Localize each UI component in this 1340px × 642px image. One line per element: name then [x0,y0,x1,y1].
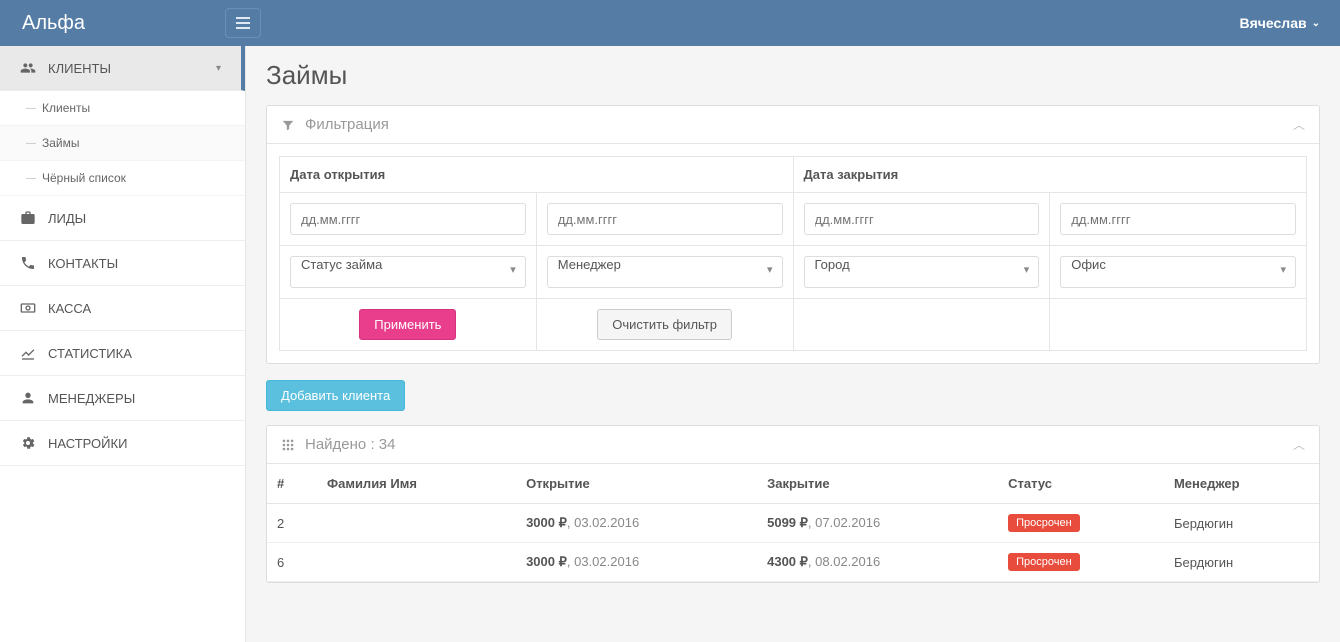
city-select[interactable]: Город [804,256,1040,288]
open-date-to-input[interactable] [547,203,783,235]
chevron-up-icon[interactable]: ︿ [1293,436,1305,453]
close-date-to-input[interactable] [1060,203,1296,235]
add-client-button[interactable]: Добавить клиента [266,380,405,411]
sidebar-item-leads[interactable]: ЛИДЫ [0,196,245,241]
sidebar-item-contacts[interactable]: КОНТАКТЫ [0,241,245,286]
filter-panel: Фильтрация ︿ Дата открытия Дата закрытия [266,105,1320,364]
sidebar-item-label: СТАТИСТИКА [48,346,132,361]
caret-down-icon: ▾ [216,63,221,74]
sidebar-item-label: ЛИДЫ [48,211,86,226]
chart-icon [20,345,38,361]
user-name: Вячеслав [1240,15,1307,31]
chevron-up-icon[interactable]: ︿ [1293,116,1305,133]
col-open: Открытие [516,464,757,504]
sidebar-item-label: КАССА [48,301,91,316]
status-select[interactable]: Статус займа [290,256,526,288]
user-menu[interactable]: Вячеслав ⌄ [1240,15,1320,31]
results-table: # Фамилия Имя Открытие Закрытие Статус М… [267,464,1319,582]
filter-panel-header[interactable]: Фильтрация ︿ [267,106,1319,144]
status-badge: Просрочен [1008,553,1080,571]
manager-select[interactable]: Менеджер [547,256,783,288]
sidebar-item-settings[interactable]: НАСТРОЙКИ [0,421,245,466]
page-title: Займы [266,60,1320,91]
sidebar-sub-blacklist[interactable]: Чёрный список [0,161,245,196]
gear-icon [20,435,38,451]
sidebar-item-managers[interactable]: МЕНЕДЖЕРЫ [0,376,245,421]
sidebar-item-label: КЛИЕНТЫ [48,61,111,76]
open-date-label: Дата открытия [280,157,794,193]
office-select[interactable]: Офис [1060,256,1296,288]
phone-icon [20,255,38,271]
menu-icon [236,17,250,29]
sidebar-item-label: МЕНЕДЖЕРЫ [48,391,135,406]
navbar: Альфа Вячеслав ⌄ [0,0,1340,46]
col-status: Статус [998,464,1164,504]
results-panel: Найдено : 34 ︿ # Фамилия Имя Открытие За… [266,425,1320,583]
col-name: Фамилия Имя [317,464,516,504]
user-icon [20,390,38,406]
table-row[interactable]: 23000 ₽, 03.02.20165099 ₽, 07.02.2016Про… [267,504,1319,543]
col-manager: Менеджер [1164,464,1319,504]
sidebar-toggle-button[interactable] [225,8,261,38]
sidebar-item-label: НАСТРОЙКИ [48,436,127,451]
main-content: Займы Фильтрация ︿ Дата открытия Дата за… [246,46,1340,642]
sidebar-sub-loans[interactable]: Займы [0,126,245,161]
col-num: # [267,464,317,504]
results-found-label: Найдено : 34 [305,436,395,453]
users-icon [20,60,38,76]
col-close: Закрытие [757,464,998,504]
grid-icon [281,438,295,452]
briefcase-icon [20,210,38,226]
filter-panel-title: Фильтрация [305,116,389,133]
sidebar: КЛИЕНТЫ ▾ Клиенты Займы Чёрный список ЛИ… [0,46,246,642]
table-row[interactable]: 63000 ₽, 03.02.20164300 ₽, 08.02.2016Про… [267,543,1319,582]
clear-filter-button[interactable]: Очистить фильтр [597,309,732,340]
sidebar-item-clients[interactable]: КЛИЕНТЫ ▾ [0,46,245,91]
status-badge: Просрочен [1008,514,1080,532]
money-icon [20,300,38,316]
close-date-label: Дата закрытия [793,157,1307,193]
open-date-from-input[interactable] [290,203,526,235]
brand[interactable]: Альфа [22,12,85,35]
results-panel-header[interactable]: Найдено : 34 ︿ [267,426,1319,464]
chevron-down-icon: ⌄ [1312,18,1320,29]
sidebar-item-stats[interactable]: СТАТИСТИКА [0,331,245,376]
sidebar-sub-clients[interactable]: Клиенты [0,91,245,126]
apply-filter-button[interactable]: Применить [359,309,456,340]
filter-icon [281,118,295,132]
sidebar-item-label: КОНТАКТЫ [48,256,118,271]
sidebar-item-cash[interactable]: КАССА [0,286,245,331]
close-date-from-input[interactable] [804,203,1040,235]
